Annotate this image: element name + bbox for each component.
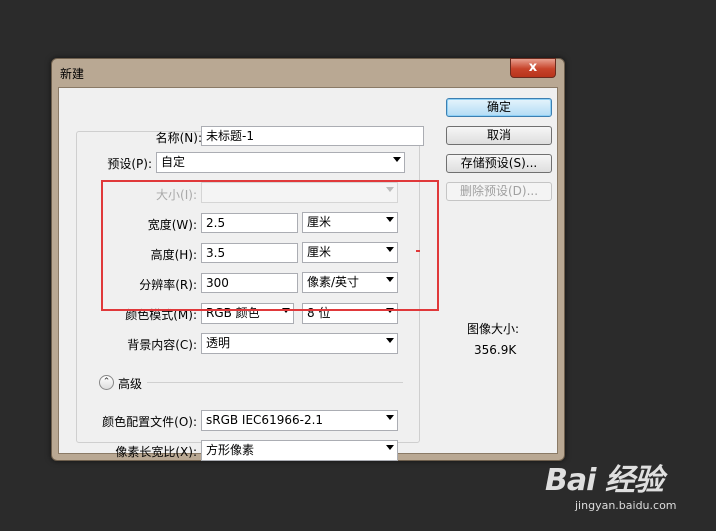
chevron-down-icon <box>386 415 394 420</box>
chevron-down-icon <box>386 338 394 343</box>
dialog-title: 新建 <box>60 67 85 81</box>
color-profile-value: sRGB IEC61966-2.1 <box>206 413 324 427</box>
delete-preset-button: 删除预设(D)... <box>446 182 552 201</box>
chevron-down-icon <box>386 445 394 450</box>
image-size-label: 图像大小: <box>467 322 520 336</box>
background-label: 背景内容(C): <box>127 338 197 352</box>
baidu-logo: Bai 经验 <box>545 463 664 498</box>
color-profile-select[interactable]: sRGB IEC61966-2.1 <box>201 410 398 431</box>
name-field[interactable]: 未标题-1 <box>201 126 424 146</box>
name-label: 名称(N): <box>155 131 202 145</box>
preset-value: 自定 <box>161 155 186 169</box>
pixel-aspect-value: 方形像素 <box>206 443 255 457</box>
ok-button[interactable]: 确定 <box>446 98 552 117</box>
preset-label: 预设(P): <box>107 157 152 171</box>
color-profile-label: 颜色配置文件(O): <box>102 415 197 429</box>
save-preset-button[interactable]: 存储预设(S)... <box>446 154 552 173</box>
background-value: 透明 <box>206 336 231 350</box>
pixel-aspect-select[interactable]: 方形像素 <box>201 440 398 461</box>
preset-select[interactable]: 自定 <box>156 152 405 173</box>
image-size-value: 356.9K <box>474 343 517 357</box>
highlight-mark <box>416 250 420 252</box>
advanced-toggle-icon[interactable]: ⌃ <box>99 375 114 390</box>
advanced-divider <box>147 382 403 383</box>
cancel-button[interactable]: 取消 <box>446 126 552 145</box>
highlight-box <box>101 180 439 311</box>
chevron-down-icon <box>393 157 401 162</box>
pixel-aspect-label: 像素长宽比(X): <box>115 445 197 459</box>
baidu-jingyan-watermark: Bai 经验 jingyan.baidu.com <box>545 455 677 512</box>
desktop: { "window": { "title": "新建", "close_glyp… <box>0 0 716 531</box>
dialog-client-area: 名称(N): 未标题-1 预设(P): 自定 大小(I): 宽度(W): 2.5… <box>58 87 558 461</box>
new-document-dialog: 新建 x 名称(N): 未标题-1 预设(P): 自定 大小(I): 宽度(W)… <box>51 58 565 461</box>
background-select[interactable]: 透明 <box>201 333 398 354</box>
watermark-url: jingyan.baidu.com <box>575 499 677 512</box>
advanced-label[interactable]: 高级 <box>118 375 142 392</box>
close-button[interactable]: x <box>510 58 556 78</box>
